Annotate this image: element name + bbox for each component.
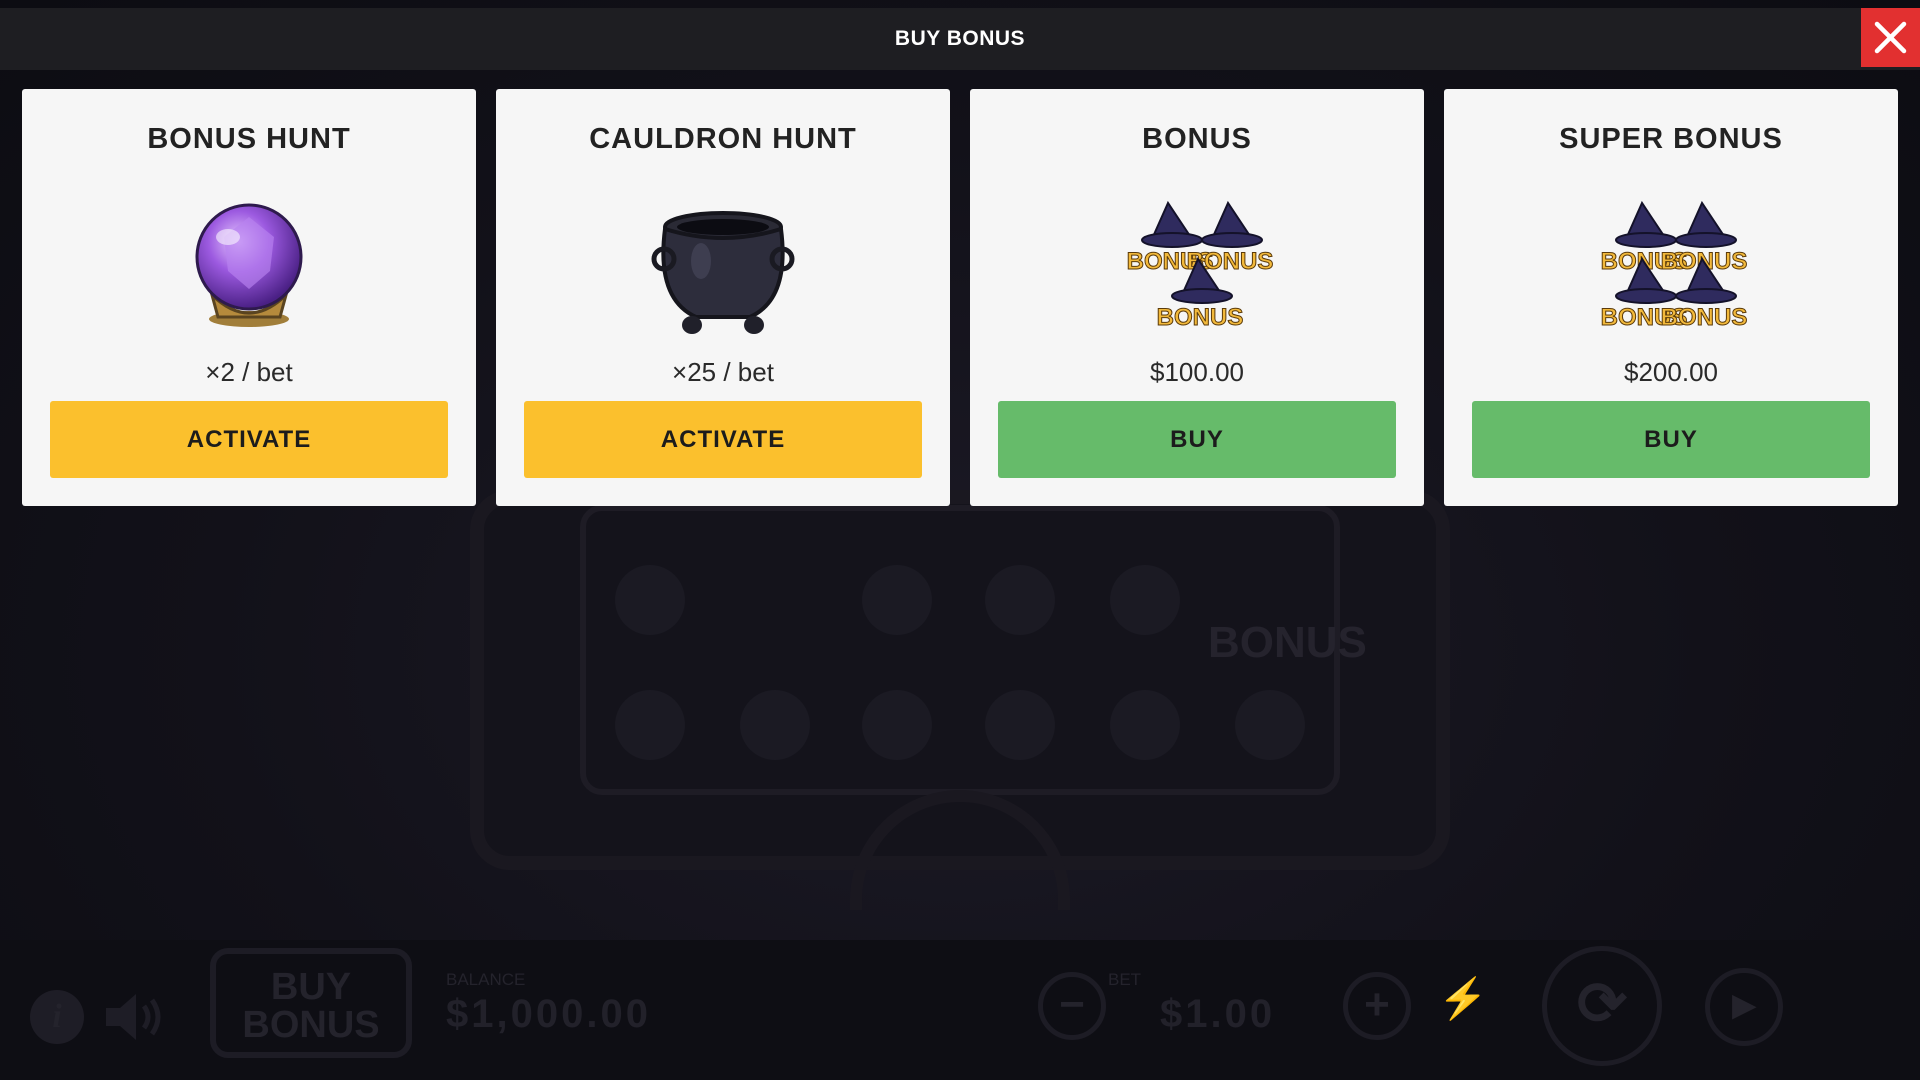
rune-stone-symbol: [1110, 565, 1180, 635]
crystal-ball-icon: [22, 199, 476, 339]
crystal-ball-symbol: [862, 565, 932, 635]
page-title: BUY BONUS: [894, 27, 1026, 50]
card-bonus: BONUS BONUS BONUS BONUS $100.00 BUY: [970, 89, 1424, 506]
card-title: BONUS HUNT: [147, 123, 351, 155]
svg-text:BONUS: BONUS: [1157, 304, 1244, 331]
card-bonus-hunt: BONUS HUNT ×2 / bet ACTIVATE: [22, 89, 476, 506]
card-price: ×2 / bet: [205, 357, 293, 387]
balance-value: $1,000.00: [446, 992, 651, 1036]
turbo-icon[interactable]: ⚡: [1438, 975, 1488, 1022]
buy-button[interactable]: BUY: [998, 401, 1396, 478]
card-title: BONUS: [1142, 123, 1252, 155]
card-cauldron-hunt: CAULDRON HUNT ×25 / bet ACTIVATE: [496, 89, 950, 506]
spin-button[interactable]: ⟳: [1542, 946, 1662, 1066]
rune-stone-symbol: [862, 690, 932, 760]
card-super-bonus: SUPER BONUS BONUS BONUS BONUS: [1444, 89, 1898, 506]
bet-label: BET: [1108, 970, 1142, 989]
card-price: $100.00: [1150, 357, 1244, 387]
close-button[interactable]: [1861, 8, 1920, 67]
card-title: CAULDRON HUNT: [589, 123, 857, 155]
witch-hat-bonus-x4-icon: BONUS BONUS BONUS BONUS: [1444, 199, 1898, 339]
bet-value: $1.00: [1160, 992, 1276, 1036]
spellbook-symbol: [1235, 690, 1305, 760]
buy-bonus-button[interactable]: BUY BONUS: [210, 948, 412, 1058]
quill-symbol: [740, 690, 810, 760]
card-title: SUPER BONUS: [1559, 123, 1783, 155]
bonus-options: BONUS HUNT ×2 / bet ACTIVATE CAULDRON HU…: [22, 89, 1898, 506]
spellbook-symbol: [1110, 690, 1180, 760]
svg-text:BONUS: BONUS: [1661, 304, 1748, 331]
card-price: $200.00: [1624, 357, 1718, 387]
buy-button[interactable]: BUY: [1472, 401, 1870, 478]
autoplay-button[interactable]: ▶: [1705, 968, 1783, 1046]
reel-bonus-symbol: BONUS: [1208, 618, 1367, 667]
activate-button[interactable]: ACTIVATE: [524, 401, 922, 478]
card-price: ×25 / bet: [672, 357, 774, 387]
activate-button[interactable]: ACTIVATE: [50, 401, 448, 478]
candle-symbol: [985, 565, 1055, 635]
crystal-ball-symbol: [615, 565, 685, 635]
cauldron-icon: [496, 199, 950, 339]
witch-hat-bonus-x3-icon: BONUS BONUS BONUS: [970, 199, 1424, 339]
decrease-bet-button[interactable]: −: [1038, 972, 1106, 1040]
quill-symbol: [615, 690, 685, 760]
increase-bet-button[interactable]: +: [1343, 972, 1411, 1040]
info-icon[interactable]: i: [30, 990, 84, 1044]
balance-label: BALANCE: [446, 970, 526, 989]
sound-icon[interactable]: [102, 988, 166, 1051]
rune-stone-symbol: [985, 690, 1055, 760]
